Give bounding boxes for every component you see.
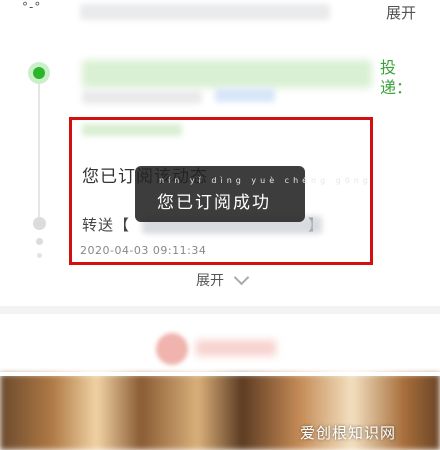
timeline-dot [37,253,42,258]
blurred-status-text [82,60,372,88]
top-left-glyph: °-° [22,0,42,14]
section-divider [0,306,440,314]
toast-notification: nín yǐ dìng yuè chéng gōng 您已订阅成功 [135,166,368,222]
expand-button[interactable]: 展开 [196,269,250,290]
timeline-dot [33,217,46,230]
blurred-header-content [80,4,330,20]
blurred-detail-text [82,90,202,104]
timeline-dot [36,238,43,245]
promo-icon [156,333,188,365]
toast-pinyin: nín yǐ dìng yuè chéng gōng [159,176,372,185]
timeline-dot-active [33,67,45,79]
expand-label-top[interactable]: 展开 [386,2,416,23]
watermark-text: 爱创根知识网 [300,424,397,442]
delivery-label: 投递： [380,58,413,97]
timeline-line [38,74,40,224]
expand-label: 展开 [196,273,224,289]
blurred-link [215,88,275,102]
toast-message: 您已订阅成功 [157,193,271,213]
chevron-down-icon [233,269,250,285]
blurred-promo-text [196,340,276,356]
banner-top-edge [0,372,440,376]
